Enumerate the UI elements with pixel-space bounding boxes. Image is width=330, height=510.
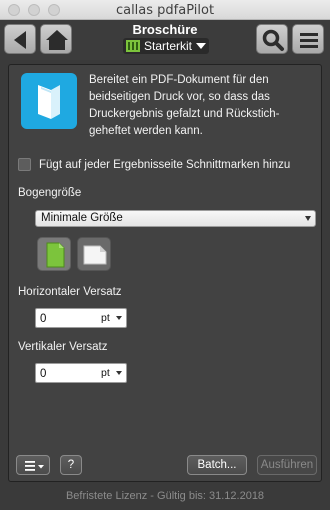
window-titlebar: callas pdfaPilot	[0, 0, 330, 20]
list-menu-button[interactable]	[16, 455, 50, 475]
sheet-size-select[interactable]: Minimale Größe	[35, 210, 316, 227]
help-button[interactable]: ?	[60, 455, 82, 475]
vertical-offset-value: 0	[40, 368, 47, 380]
preset-panel: Bereitet ein PDF-Dokument für den beidse…	[8, 64, 322, 482]
batch-button[interactable]: Batch...	[187, 455, 247, 475]
horizontal-offset-value: 0	[40, 313, 47, 325]
window-title: callas pdfaPilot	[115, 3, 215, 18]
crop-marks-checkbox[interactable]	[18, 158, 31, 171]
horizontal-offset-unit[interactable]: pt	[101, 312, 110, 324]
crop-marks-option[interactable]: Fügt auf jeder Ergebnisseite Schnittmark…	[18, 158, 290, 171]
search-icon	[262, 29, 284, 51]
toolbar: Broschüre Starterkit	[0, 20, 330, 60]
home-icon	[46, 30, 68, 50]
white-page-icon	[83, 245, 107, 265]
description-line: Bereitet ein PDF-Dokument für den	[89, 74, 269, 86]
horizontal-offset-label: Horizontaler Versatz	[18, 286, 122, 298]
kit-label: Starterkit	[144, 39, 193, 53]
search-button[interactable]	[256, 24, 288, 54]
vertical-offset-unit[interactable]: pt	[101, 367, 110, 379]
menu-button[interactable]	[292, 24, 324, 54]
chevron-down-icon	[196, 43, 207, 49]
vertical-offset-label: Vertikaler Versatz	[18, 341, 108, 353]
page-size-green-button[interactable]	[37, 237, 71, 271]
license-footer: Befristete Lizenz - Gültig bis: 31.12.20…	[65, 490, 265, 502]
run-button[interactable]: Ausführen	[257, 455, 317, 475]
preset-description: Bereitet ein PDF-Dokument für den beidse…	[89, 72, 315, 140]
description-line: beidseitigen Druck vor, so dass das	[89, 91, 270, 103]
triangle-left-icon	[14, 31, 26, 49]
horizontal-offset-field[interactable]: 0 pt	[35, 308, 127, 328]
hamburger-icon	[300, 33, 318, 48]
vertical-offset-field[interactable]: 0 pt	[35, 363, 127, 383]
back-button[interactable]	[4, 24, 36, 54]
kit-icon	[126, 40, 140, 52]
kit-selector[interactable]: Starterkit	[123, 38, 209, 54]
page-size-white-button[interactable]	[77, 237, 111, 271]
crop-marks-label: Fügt auf jeder Ergebnisseite Schnittmark…	[39, 158, 291, 171]
description-line: Druckergebnis gefalzt und Rückstich-	[89, 108, 280, 120]
description-line: geheftet werden kann.	[89, 125, 203, 137]
sheet-size-label: Bogengröße	[18, 187, 82, 199]
green-page-icon	[46, 242, 65, 268]
list-menu-icon	[25, 461, 44, 471]
chevron-down-icon	[305, 216, 311, 221]
home-button[interactable]	[40, 24, 72, 54]
chevron-down-icon[interactable]	[116, 316, 122, 320]
chevron-down-icon[interactable]	[116, 371, 122, 375]
preset-title: Broschüre	[132, 22, 198, 37]
booklet-icon	[21, 73, 77, 129]
sheet-size-value: Minimale Größe	[41, 212, 123, 224]
